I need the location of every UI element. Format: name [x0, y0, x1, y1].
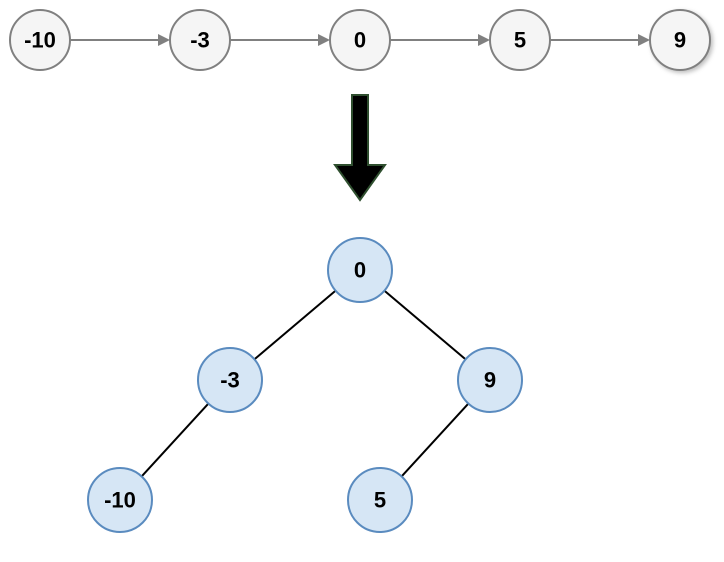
- tree-node-left: -3: [198, 348, 262, 412]
- list-node-2-label: -3: [190, 28, 210, 53]
- tree-node-right-left-label: 5: [374, 488, 386, 513]
- list-node-1: -10: [10, 10, 70, 70]
- list-arrow-4: [550, 34, 650, 46]
- transform-arrow-icon: [335, 95, 385, 200]
- list-node-4-label: 5: [514, 28, 526, 53]
- list-node-4: 5: [490, 10, 550, 70]
- tree-node-left-label: -3: [220, 368, 240, 393]
- list-node-5-label: 9: [674, 28, 686, 53]
- diagram-canvas: -10 -3 0 5: [0, 0, 724, 562]
- list-node-2: -3: [170, 10, 230, 70]
- tree-node-root: 0: [328, 238, 392, 302]
- tree-node-right: 9: [458, 348, 522, 412]
- list-node-5: 9: [650, 10, 710, 70]
- tree-node-left-left: -10: [88, 468, 152, 532]
- tree-node-root-label: 0: [354, 258, 366, 283]
- list-arrow-2: [230, 34, 330, 46]
- tree-node-right-label: 9: [484, 368, 496, 393]
- list-node-3: 0: [330, 10, 390, 70]
- list-node-3-label: 0: [354, 28, 366, 53]
- tree-node-left-left-label: -10: [104, 488, 136, 513]
- list-arrow-3: [390, 34, 490, 46]
- binary-tree: 0 -3 9 -10 5: [88, 238, 522, 532]
- list-node-1-label: -10: [24, 28, 56, 53]
- tree-node-right-left: 5: [348, 468, 412, 532]
- linked-list: -10 -3 0 5: [10, 10, 710, 70]
- list-arrow-1: [70, 34, 170, 46]
